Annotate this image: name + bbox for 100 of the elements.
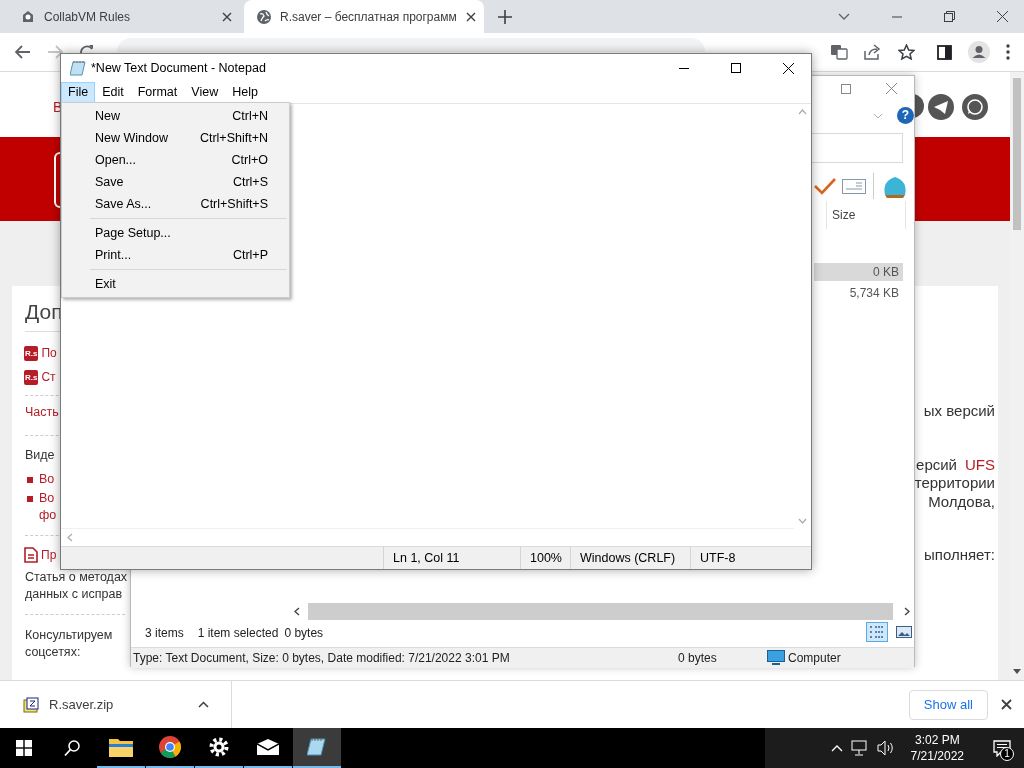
menu-bar-item[interactable]: Edit	[95, 82, 131, 103]
menu-item[interactable]: Open... Ctrl+O	[62, 149, 289, 171]
sidebar-label: Виде	[25, 447, 55, 464]
document-icon	[24, 547, 38, 563]
article-text: ыполняет:	[924, 546, 995, 563]
search-icon	[64, 739, 80, 757]
list-icon	[869, 625, 885, 639]
sidebar-link[interactable]: Во фо	[39, 490, 57, 524]
download-file-name[interactable]: R.saver.zip	[49, 697, 114, 712]
sidebar-link[interactable]: Часть	[25, 403, 59, 421]
star-icon[interactable]	[898, 44, 915, 60]
sidebar-paragraph: Консультируем соцсетях:	[25, 627, 113, 661]
windows-logo-icon	[16, 740, 32, 756]
app-badge-icon: R.s	[24, 369, 39, 385]
network-icon[interactable]	[850, 740, 869, 756]
notification-count: 1	[1000, 747, 1014, 761]
line-ending: Windows (CRLF)	[570, 547, 690, 569]
cursor-position: Ln 1, Col 11	[383, 547, 520, 569]
menu-item[interactable]: Save As... Ctrl+Shift+S	[62, 193, 289, 215]
profile-icon[interactable]	[968, 41, 990, 63]
maximize-icon[interactable]	[731, 63, 741, 73]
notepad-icon	[70, 60, 86, 76]
menu-bar-item[interactable]: View	[184, 82, 226, 103]
scroll-left-icon[interactable]	[294, 607, 300, 616]
menu-bar-item[interactable]: Help	[225, 82, 265, 103]
monitor-icon	[767, 650, 785, 665]
forward-icon[interactable]	[47, 45, 63, 59]
side-panel-icon[interactable]	[937, 44, 952, 60]
show-all-button[interactable]: Show all	[908, 689, 988, 720]
close-icon[interactable]	[222, 11, 232, 22]
share-icon[interactable]	[864, 44, 882, 60]
new-tab-icon[interactable]	[498, 9, 512, 24]
logo-icon	[20, 8, 36, 25]
notepad-icon	[307, 737, 327, 757]
sidebar-paragraph: Статья о методах данных с исправ	[25, 569, 128, 603]
article-link[interactable]: UFS	[965, 455, 995, 473]
globe-icon	[256, 8, 272, 25]
image-icon	[896, 626, 912, 638]
bullet-icon	[27, 477, 33, 483]
more-menu-icon[interactable]	[1006, 44, 1010, 60]
scroll-right-icon[interactable]	[904, 607, 910, 616]
address-field[interactable]	[117, 38, 705, 52]
taskbar-app[interactable]	[293, 728, 341, 768]
envelope-icon[interactable]	[842, 179, 866, 194]
shell-icon[interactable]	[882, 175, 908, 199]
speech-bubble-icon	[993, 739, 1011, 757]
menu-bar-item[interactable]: File	[61, 82, 96, 103]
article-text: Молдова,	[928, 492, 995, 510]
scrollbar-thumb[interactable]	[1013, 78, 1021, 230]
bullet-icon	[27, 496, 33, 502]
menu-item[interactable]: New Window Ctrl+Shift+N	[62, 127, 289, 149]
sidebar-link[interactable]: Во	[39, 471, 55, 488]
selection-size: 0 bytes	[284, 625, 324, 642]
restore-icon[interactable]	[944, 11, 955, 22]
file-details: Type: Text Document, Size: 0 bytes, Date modified: 7/21/2022 3:01 PM	[133, 651, 510, 665]
article-text: территории	[914, 474, 995, 491]
sidebar-link[interactable]: Пр	[41, 548, 57, 562]
caret-up-icon[interactable]	[198, 701, 210, 708]
clock-time[interactable]: 3:02 PM	[914, 732, 960, 748]
encoding: UTF-8	[690, 547, 811, 569]
envelope-icon	[257, 739, 279, 755]
back-icon[interactable]	[15, 45, 31, 59]
menu-item[interactable]: Print... Ctrl+P	[62, 244, 289, 266]
browser-tab[interactable]: R.saver – бесплатная программ	[244, 0, 484, 33]
item-count: 3 items	[145, 625, 184, 642]
help-button[interactable]: ?	[897, 107, 914, 124]
close-icon[interactable]	[997, 11, 1008, 22]
zoom-level: 100%	[520, 547, 570, 569]
menu-item[interactable]: Page Setup...	[62, 222, 289, 244]
menu-item[interactable]: Save Ctrl+S	[62, 171, 289, 193]
notification-button[interactable]: 1	[980, 728, 1024, 768]
scroll-down-icon[interactable]	[1013, 669, 1021, 674]
round-icon[interactable]	[915, 94, 924, 118]
article-text: ерсий	[916, 455, 957, 473]
sidebar-link[interactable]: По	[41, 346, 57, 360]
file-size-cell[interactable]: 0 KB	[814, 263, 903, 281]
clock-date[interactable]: 7/21/2022	[910, 748, 964, 764]
close-icon[interactable]	[783, 62, 794, 74]
paper-plane-icon[interactable]	[928, 94, 954, 120]
menu-item[interactable]: New Ctrl+N	[62, 105, 289, 127]
menu-bar-item[interactable]: Format	[130, 82, 185, 103]
volume-icon[interactable]	[876, 740, 895, 756]
location-label: Computer	[788, 651, 841, 665]
check-icon[interactable]	[814, 177, 836, 195]
column-header[interactable]: Size	[826, 201, 906, 229]
window-title: *New Text Document - Notepad	[91, 61, 266, 75]
sidebar-link[interactable]: Ст	[41, 370, 56, 384]
view-button[interactable]	[866, 622, 888, 642]
app-badge-icon: R.s	[24, 345, 39, 361]
minimize-icon[interactable]	[679, 67, 689, 69]
file-size-cell[interactable]: 5,734 KB	[814, 284, 903, 302]
close-icon[interactable]	[466, 11, 476, 22]
phone-bubble-icon[interactable]	[962, 94, 988, 120]
chevron-up-icon[interactable]	[830, 744, 843, 752]
browser-tab[interactable]: CollabVM Rules	[8, 0, 240, 33]
article-text: ых версий	[923, 402, 995, 419]
selection-count: 1 item selected	[197, 625, 279, 642]
translate-icon[interactable]	[830, 44, 848, 60]
close-icon[interactable]	[1001, 699, 1012, 710]
chevron-down-icon[interactable]	[838, 12, 850, 21]
